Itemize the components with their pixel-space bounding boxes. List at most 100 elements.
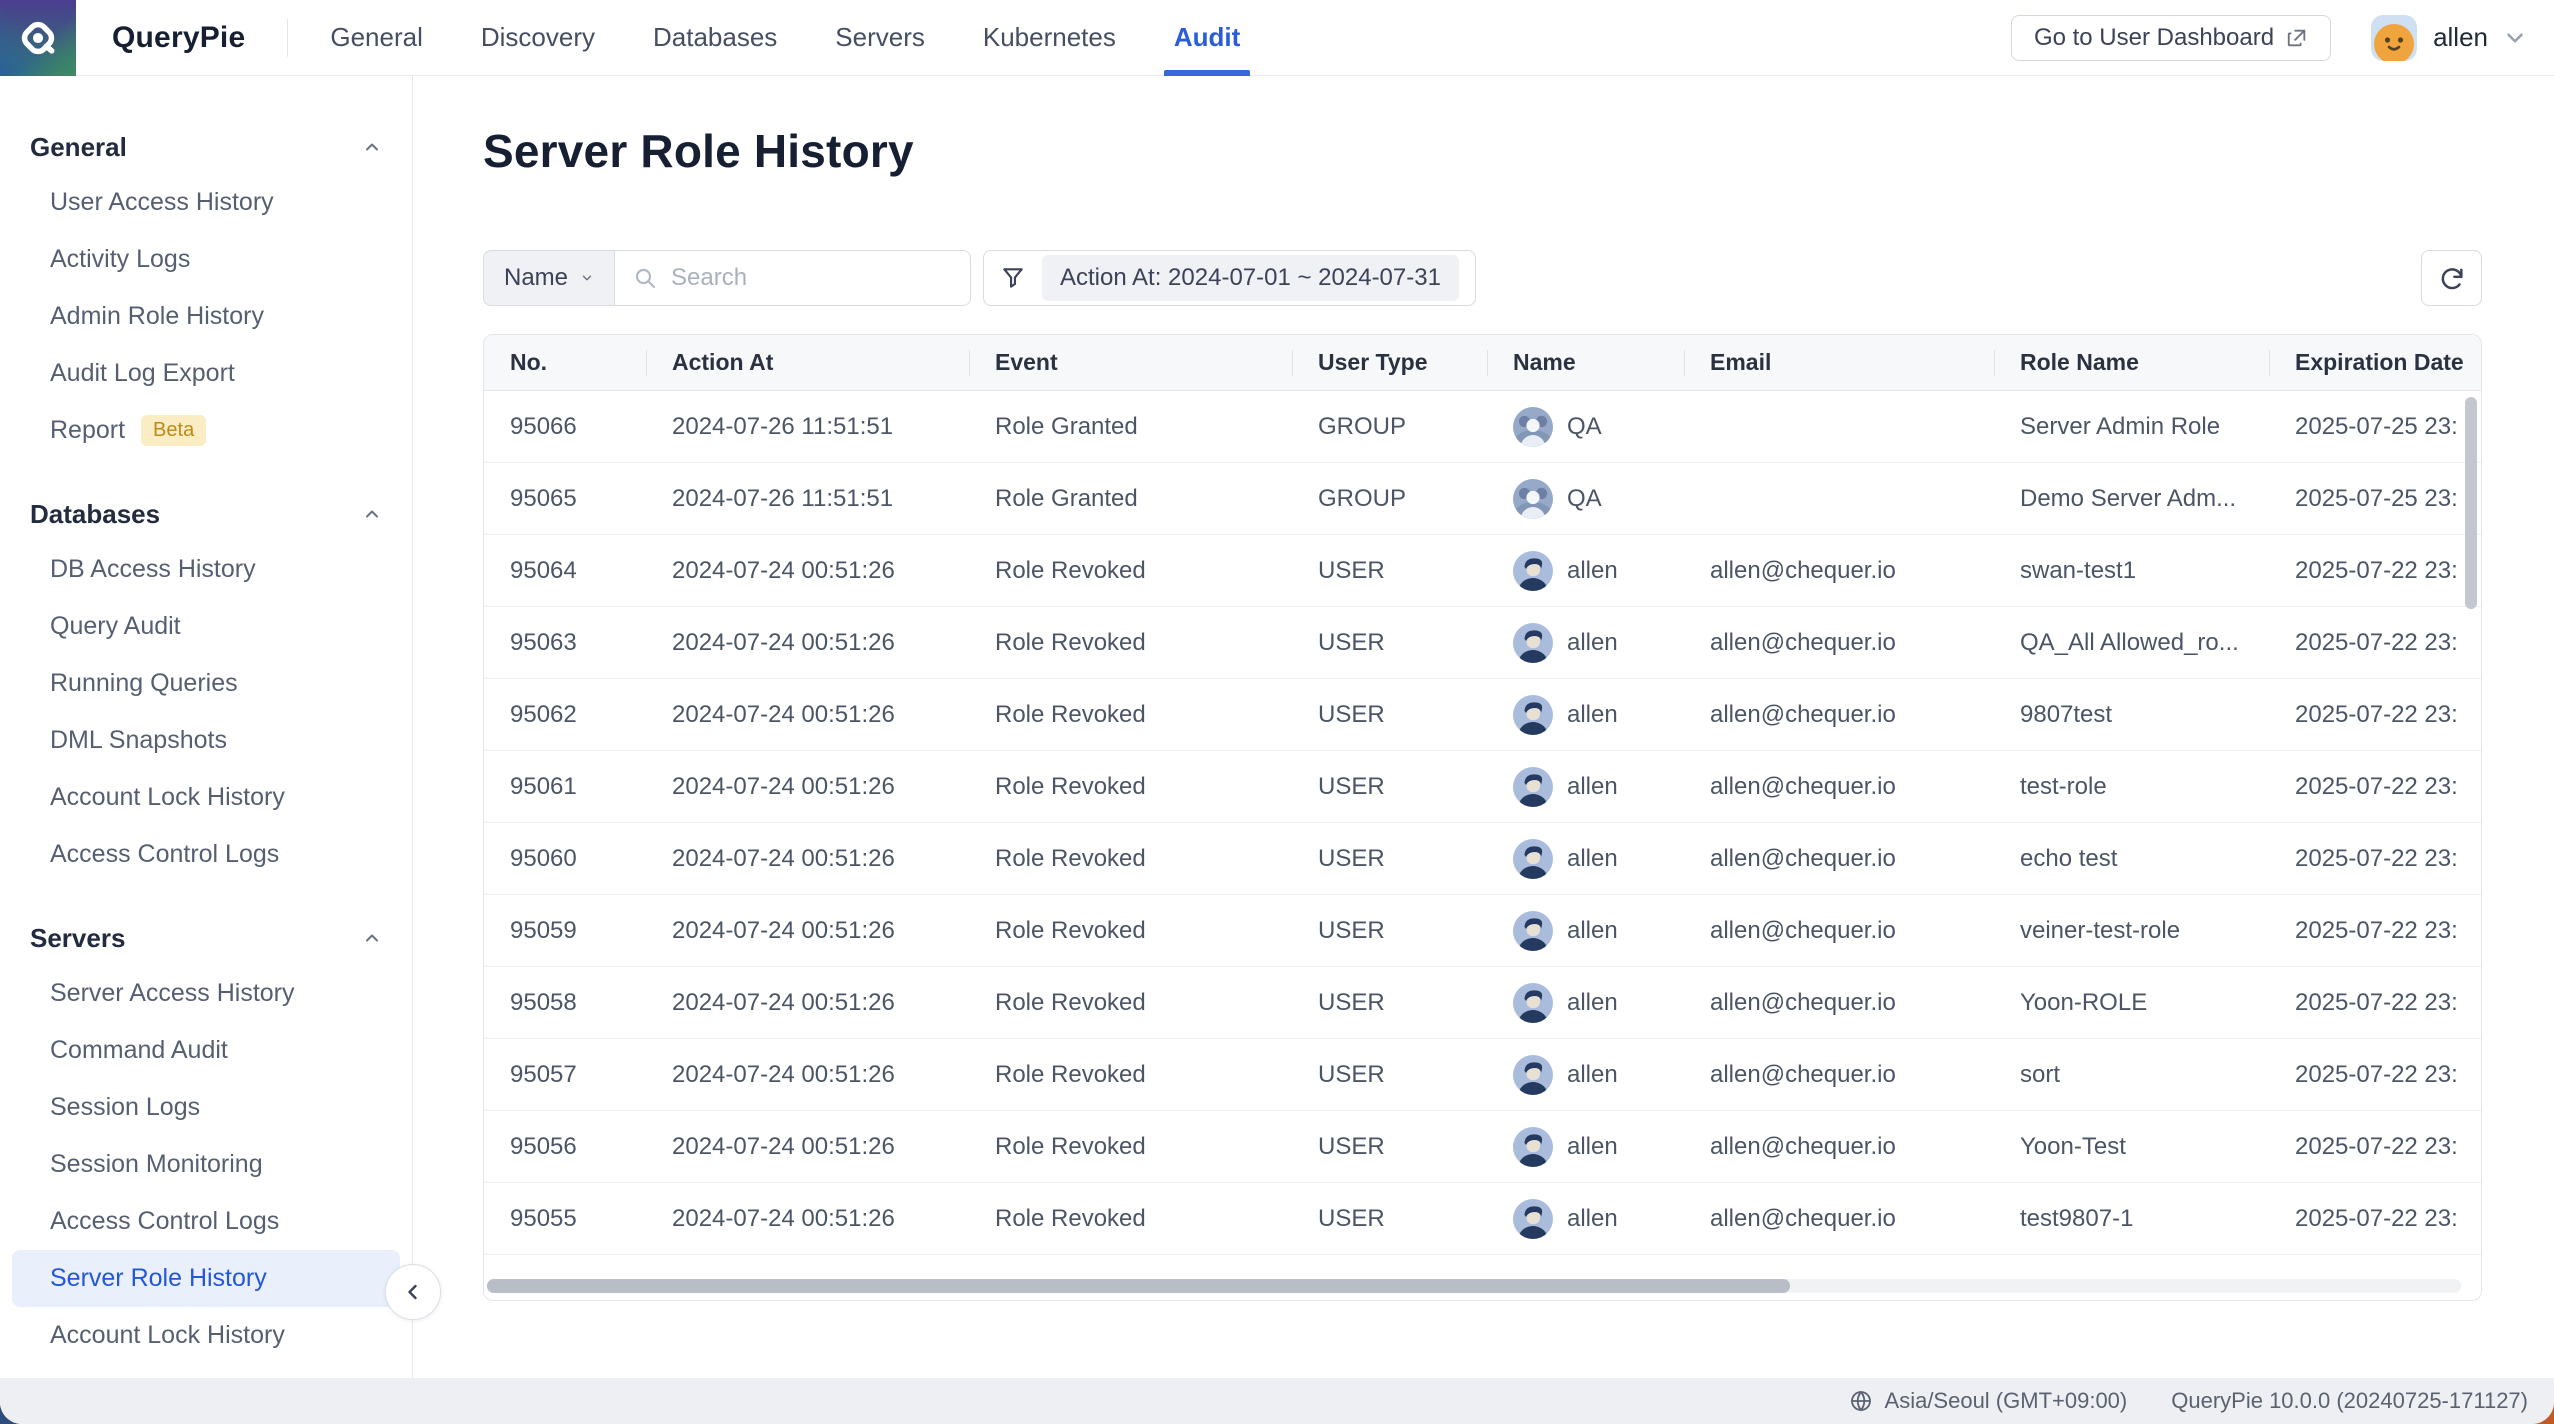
search-combo: Name (483, 250, 971, 306)
cell-no: 95060 (484, 823, 646, 894)
cell-user-type: USER (1292, 1183, 1487, 1254)
cell-role-name: 9807test (1994, 679, 2269, 750)
cell-role-name: sort (1994, 1039, 2269, 1110)
cell-expiration: 2025-07-22 23: (2269, 823, 2481, 894)
sidebar-section-header-databases[interactable]: Databases (0, 487, 412, 541)
nav-tab-general[interactable]: General (330, 0, 423, 76)
table-row[interactable]: 95064 2024-07-24 00:51:26 Role Revoked U… (484, 535, 2481, 607)
sidebar-item-running-queries[interactable]: Running Queries (12, 655, 400, 712)
cell-email: allen@chequer.io (1684, 1039, 1994, 1110)
table-row[interactable]: 95057 2024-07-24 00:51:26 Role Revoked U… (484, 1039, 2481, 1111)
sidebar-section-databases: Databases DB Access History Query AuditRun… (0, 487, 412, 883)
name-text: allen (1567, 1205, 1618, 1233)
sidebar-item-label: Session Logs (50, 1093, 200, 1122)
globe-icon (1849, 1389, 1873, 1413)
sidebar-item-admin-role-history[interactable]: Admin Role History (12, 288, 400, 345)
search-field-label: Name (504, 264, 568, 292)
sidebar-item-activity-logs[interactable]: Activity Logs (12, 231, 400, 288)
cell-expiration: 2025-07-22 23: (2269, 1183, 2481, 1254)
nav-tab-audit[interactable]: Audit (1174, 0, 1240, 76)
sidebar-item-label: Admin Role History (50, 302, 264, 331)
cell-expiration: 2025-07-22 23: (2269, 535, 2481, 606)
sidebar-collapse-button[interactable] (385, 1264, 441, 1320)
cell-email: allen@chequer.io (1684, 679, 1994, 750)
sidebar-item-label: DB Access History (50, 555, 256, 584)
search-icon (633, 266, 657, 290)
nav-tab-databases[interactable]: Databases (653, 0, 777, 76)
cell-email: allen@chequer.io (1684, 1183, 1994, 1254)
user-avatar-icon (1513, 767, 1553, 807)
horizontal-scrollbar[interactable] (487, 1279, 2461, 1293)
table-row[interactable]: 95066 2024-07-26 11:51:51 Role Granted G… (484, 391, 2481, 463)
user-menu-chevron-down-icon[interactable] (2502, 25, 2528, 51)
sidebar-item-access-control-logs[interactable]: Access Control Logs (12, 826, 400, 883)
table-row[interactable]: 95063 2024-07-24 00:51:26 Role Revoked U… (484, 607, 2481, 679)
cell-no: 95064 (484, 535, 646, 606)
cell-action-at: 2024-07-24 00:51:26 (646, 823, 969, 894)
table-row[interactable]: 95058 2024-07-24 00:51:26 Role Revoked U… (484, 967, 2481, 1039)
table-row[interactable]: 95061 2024-07-24 00:51:26 Role Revoked U… (484, 751, 2481, 823)
cell-name: allen (1487, 1183, 1684, 1254)
sidebar-item-server-access-history[interactable]: Server Access History (12, 965, 400, 1022)
status-bar: Asia/Seoul (GMT+09:00) QueryPie 10.0.0 (… (0, 1378, 2554, 1424)
search-input[interactable] (671, 264, 952, 292)
sidebar-item-access-control-logs[interactable]: Access Control Logs (12, 1193, 400, 1250)
sidebar-item-account-lock-history[interactable]: Account Lock History (12, 1307, 400, 1364)
sidebar-item-audit-log-export[interactable]: Audit Log Export (12, 345, 400, 402)
cell-user-type: GROUP (1292, 463, 1487, 534)
cell-event: Role Granted (969, 463, 1292, 534)
sidebar-item-account-lock-history[interactable]: Account Lock History (12, 769, 400, 826)
search-field-dropdown[interactable]: Name (483, 250, 615, 306)
table-row[interactable]: 95065 2024-07-26 11:51:51 Role Granted G… (484, 463, 2481, 535)
sidebar-item-dml-snapshots[interactable]: DML Snapshots (12, 712, 400, 769)
cell-event: Role Revoked (969, 607, 1292, 678)
user-avatar-icon (1513, 551, 1553, 591)
horizontal-scrollbar-thumb[interactable] (487, 1279, 1790, 1293)
nav-tab-kubernetes[interactable]: Kubernetes (983, 0, 1116, 76)
cell-no: 95057 (484, 1039, 646, 1110)
table-row[interactable]: 95060 2024-07-24 00:51:26 Role Revoked U… (484, 823, 2481, 895)
sidebar-item-session-logs[interactable]: Session Logs (12, 1079, 400, 1136)
date-filter[interactable]: Action At: 2024-07-01 ~ 2024-07-31 (983, 250, 1476, 306)
table-row[interactable]: 95062 2024-07-24 00:51:26 Role Revoked U… (484, 679, 2481, 751)
refresh-button[interactable] (2421, 250, 2482, 306)
cell-user-type: GROUP (1292, 391, 1487, 462)
vertical-scrollbar-thumb[interactable] (2465, 397, 2477, 609)
sidebar-item-session-monitoring[interactable]: Session Monitoring (12, 1136, 400, 1193)
table-row[interactable]: 95059 2024-07-24 00:51:26 Role Revoked U… (484, 895, 2481, 967)
go-to-user-dashboard-button[interactable]: Go to User Dashboard (2011, 15, 2331, 61)
sidebar-item-command-audit[interactable]: Command Audit (12, 1022, 400, 1079)
cell-role-name: echo test (1994, 823, 2269, 894)
sidebar-item-user-access-history[interactable]: User Access History (12, 174, 400, 231)
cell-event: Role Revoked (969, 895, 1292, 966)
chevron-up-icon (362, 928, 382, 948)
cell-name: allen (1487, 535, 1684, 606)
sidebar-section-header-general[interactable]: General (0, 120, 412, 174)
cell-no: 95055 (484, 1183, 646, 1254)
sidebar-section-title: Servers (30, 923, 125, 954)
user-avatar[interactable] (2371, 15, 2417, 61)
cell-name: allen (1487, 607, 1684, 678)
table-row[interactable]: 95055 2024-07-24 00:51:26 Role Revoked U… (484, 1183, 2481, 1255)
querypie-app: QueryPie GeneralDiscoveryDatabasesServer… (0, 0, 2554, 1424)
nav-tab-discovery[interactable]: Discovery (481, 0, 595, 76)
cell-email: allen@chequer.io (1684, 535, 1994, 606)
cell-role-name: Yoon-Test (1994, 1111, 2269, 1182)
sidebar-item-server-role-history[interactable]: Server Role History (12, 1250, 400, 1307)
sidebar-section-header-servers[interactable]: Servers (0, 911, 412, 965)
sidebar-section-title: General (30, 132, 127, 163)
cell-role-name: test-role (1994, 751, 2269, 822)
sidebar-item-query-audit[interactable]: Query Audit (12, 598, 400, 655)
top-bar: QueryPie GeneralDiscoveryDatabasesServer… (0, 0, 2554, 76)
cell-event: Role Revoked (969, 967, 1292, 1038)
cell-no: 95065 (484, 463, 646, 534)
nav-tab-servers[interactable]: Servers (835, 0, 925, 76)
version-label: QueryPie 10.0.0 (20240725-171127) (2171, 1388, 2528, 1414)
sidebar-item-label: Access Control Logs (50, 1207, 279, 1236)
name-text: QA (1567, 413, 1602, 441)
sidebar-item-db-access-history[interactable]: DB Access History (12, 541, 400, 598)
cell-role-name: Server Admin Role (1994, 391, 2269, 462)
sidebar-item-report[interactable]: ReportBeta (12, 402, 400, 459)
sidebar-section-title: Databases (30, 499, 160, 530)
table-row[interactable]: 95056 2024-07-24 00:51:26 Role Revoked U… (484, 1111, 2481, 1183)
